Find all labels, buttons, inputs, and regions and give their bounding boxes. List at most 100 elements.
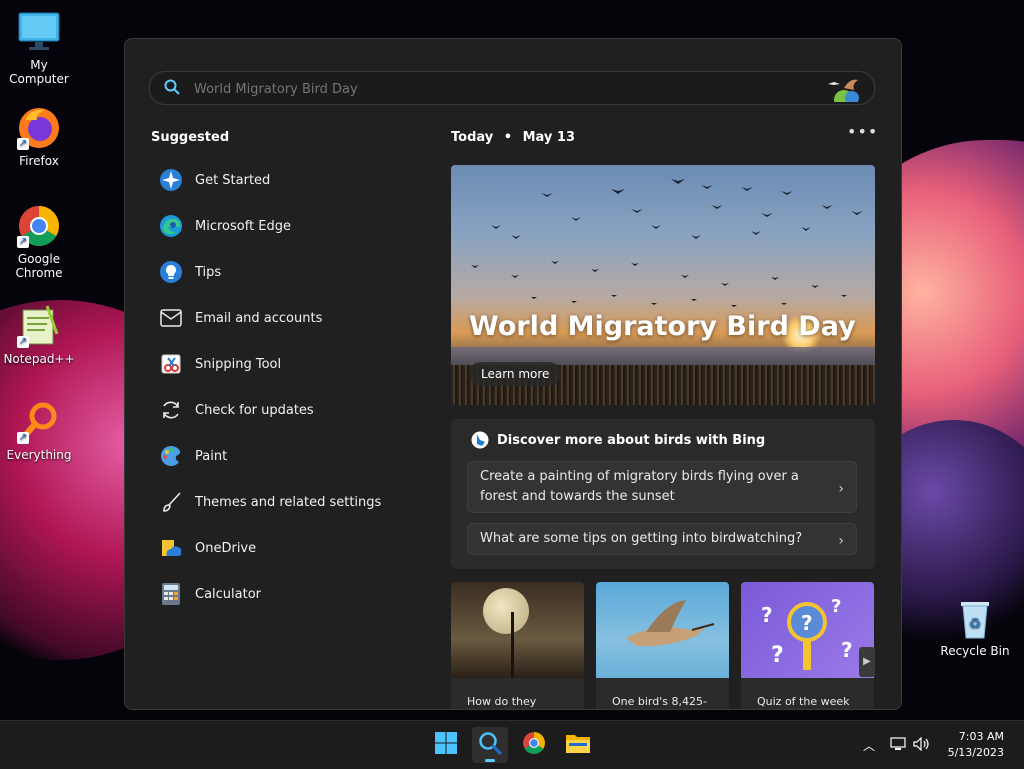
search-panel: Suggested Get Started Microsoft Edge Tip…: [124, 38, 902, 710]
desktop-icon-firefox[interactable]: ↗ Firefox: [0, 106, 78, 168]
suggested-item-onedrive[interactable]: OneDrive: [159, 525, 419, 571]
taskbar-start-button[interactable]: [428, 727, 464, 763]
bing-card-header: Discover more about birds with Bing: [471, 431, 765, 449]
bing-prompt-text: Create a painting of migratory birds fly…: [480, 469, 799, 504]
network-icon[interactable]: [886, 736, 910, 755]
bing-discover-card: Discover more about birds with Bing Crea…: [451, 419, 875, 569]
news-tiles: How do they One bird's 8,425- ????? Quiz…: [451, 582, 875, 709]
desktop-icon-everything[interactable]: ↗ Everything: [0, 400, 78, 462]
suggested-item-label: Calculator: [195, 586, 262, 602]
suggested-item-calculator[interactable]: Calculator: [159, 571, 419, 617]
tile-bird[interactable]: One bird's 8,425-: [596, 582, 729, 709]
tiles-next-button[interactable]: ▶: [859, 647, 875, 677]
suggested-item-edge[interactable]: Microsoft Edge: [159, 203, 419, 249]
suggested-item-themes[interactable]: Themes and related settings: [159, 479, 419, 525]
suggested-item-label: Paint: [195, 448, 228, 464]
windows-start-icon: [434, 731, 458, 759]
onedrive-icon: [159, 536, 183, 560]
today-date: May 13: [522, 130, 576, 145]
suggested-item-label: Get Started: [195, 172, 271, 188]
shortcut-arrow-icon: ↗: [17, 336, 29, 348]
refresh-icon: [159, 398, 183, 422]
tile-caption: One bird's 8,425-: [612, 695, 707, 708]
tips-icon: [159, 260, 183, 284]
taskbar-file-explorer-button[interactable]: [560, 727, 596, 763]
suggested-item-label: Tips: [195, 264, 222, 280]
taskbar-clock[interactable]: 7:03 AM 5/13/2023: [948, 729, 1004, 761]
svg-text:?: ?: [801, 611, 813, 635]
svg-text:♻: ♻: [969, 616, 982, 632]
everything-icon: ↗: [17, 400, 61, 444]
hero-title: World Migratory Bird Day: [469, 311, 856, 342]
search-box[interactable]: [149, 71, 875, 110]
tile-moon[interactable]: How do they: [451, 582, 584, 709]
desktop-icon-label: Recycle Bin: [940, 644, 1010, 658]
desktop-icon-recycle-bin[interactable]: ♻ Recycle Bin: [936, 596, 1014, 658]
desktop-icon-label: Firefox: [19, 154, 59, 168]
search-icon: [478, 731, 502, 759]
folder-icon: [565, 732, 591, 758]
tile-quiz[interactable]: ????? Quiz of the week: [741, 582, 874, 709]
bird-day-highlight-icon: [822, 74, 866, 110]
clock-date: 5/13/2023: [947, 746, 1004, 759]
today-heading: Today • May 13: [451, 130, 575, 145]
learn-more-button[interactable]: Learn more: [469, 362, 562, 386]
chevron-up-icon[interactable]: ︿: [858, 737, 880, 754]
taskbar-search-button[interactable]: [472, 727, 508, 763]
taskbar-chrome-button[interactable]: [516, 727, 552, 763]
search-input[interactable]: [192, 76, 796, 102]
brush-icon: [159, 490, 183, 514]
clock-time: 7:03 AM: [958, 730, 1004, 743]
shortcut-arrow-icon: ↗: [17, 236, 29, 248]
more-options-button[interactable]: •••: [847, 124, 877, 143]
volume-icon[interactable]: [910, 736, 934, 755]
paint-icon: [159, 444, 183, 468]
suggested-item-label: Check for updates: [195, 402, 314, 418]
chrome-icon: ↗: [17, 204, 61, 248]
tile-caption: Quiz of the week: [757, 695, 850, 708]
desktop-icon-my-computer[interactable]: My Computer: [0, 10, 78, 86]
suggested-item-email[interactable]: Email and accounts: [159, 295, 419, 341]
bing-prompt-birdwatching[interactable]: What are some tips on getting into birdw…: [467, 523, 857, 555]
shortcut-arrow-icon: ↗: [17, 138, 29, 150]
suggested-item-label: Themes and related settings: [195, 494, 382, 510]
desktop-icon-label: Google Chrome: [15, 252, 63, 280]
calculator-icon: [159, 582, 183, 606]
suggested-item-snipping-tool[interactable]: Snipping Tool: [159, 341, 419, 387]
bing-prompt-painting[interactable]: Create a painting of migratory birds fly…: [467, 461, 857, 513]
desktop-icon-label: Notepad++: [3, 352, 75, 366]
suggested-item-label: Microsoft Edge: [195, 218, 292, 234]
edge-icon: [159, 214, 183, 238]
suggested-list: Get Started Microsoft Edge Tips Email an…: [159, 157, 419, 617]
suggested-item-tips[interactable]: Tips: [159, 249, 419, 295]
suggested-item-paint[interactable]: Paint: [159, 433, 419, 479]
system-tray: ︿: [858, 721, 934, 769]
svg-text:?: ?: [771, 643, 784, 668]
suggested-item-get-started[interactable]: Get Started: [159, 157, 419, 203]
desktop-icon-label: My Computer: [9, 58, 69, 86]
bing-prompt-text: What are some tips on getting into birdw…: [480, 531, 803, 546]
suggested-heading: Suggested: [151, 130, 230, 145]
desktop-icon-label: Everything: [6, 448, 72, 462]
get-started-icon: [159, 168, 183, 192]
desktop-icon-notepadpp[interactable]: ↗ Notepad++: [0, 304, 78, 366]
quiz-image: ?????: [741, 582, 874, 678]
svg-text:?: ?: [841, 638, 853, 662]
desktop-icon-chrome[interactable]: ↗ Google Chrome: [0, 204, 78, 280]
recycle-bin-icon: ♻: [953, 596, 997, 640]
chevron-right-icon: ›: [838, 533, 844, 549]
taskbar: ︿ 7:03 AM 5/13/2023: [0, 720, 1024, 769]
today-label: Today: [451, 130, 494, 145]
bing-icon: [471, 431, 489, 449]
chrome-icon: [522, 731, 546, 759]
bird-flight-image: [596, 582, 729, 678]
svg-text:?: ?: [831, 596, 841, 617]
today-separator: •: [503, 130, 513, 145]
suggested-item-label: Email and accounts: [195, 310, 323, 326]
hero-card[interactable]: World Migratory Bird Day Learn more: [451, 165, 875, 405]
shortcut-arrow-icon: ↗: [17, 432, 29, 444]
snipping-tool-icon: [159, 352, 183, 376]
moon-image: [451, 582, 584, 678]
monitor-icon: [17, 10, 61, 54]
suggested-item-check-updates[interactable]: Check for updates: [159, 387, 419, 433]
